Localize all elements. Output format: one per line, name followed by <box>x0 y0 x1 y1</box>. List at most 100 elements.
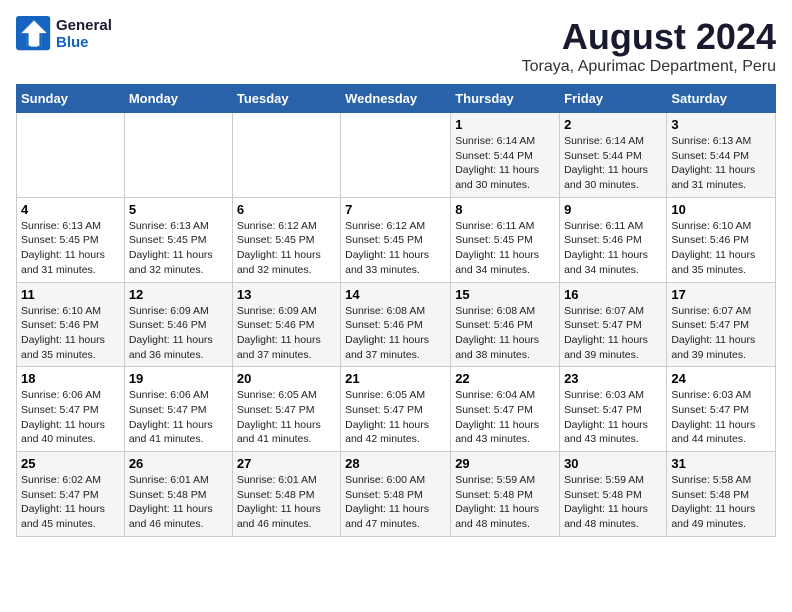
day-number: 21 <box>345 371 446 386</box>
calendar-cell: 29 Sunrise: 5:59 AMSunset: 5:48 PMDaylig… <box>451 452 560 537</box>
calendar-header-row: SundayMondayTuesdayWednesdayThursdayFrid… <box>17 85 776 113</box>
calendar-cell: 27 Sunrise: 6:01 AMSunset: 5:48 PMDaylig… <box>232 452 340 537</box>
day-detail: Sunrise: 5:59 AMSunset: 5:48 PMDaylight:… <box>455 473 555 532</box>
logo-text: General Blue <box>56 17 112 51</box>
week-row-3: 11 Sunrise: 6:10 AMSunset: 5:46 PMDaylig… <box>17 282 776 367</box>
calendar-cell: 17 Sunrise: 6:07 AMSunset: 5:47 PMDaylig… <box>667 282 776 367</box>
calendar-cell: 7 Sunrise: 6:12 AMSunset: 5:45 PMDayligh… <box>341 197 451 282</box>
calendar-cell: 9 Sunrise: 6:11 AMSunset: 5:46 PMDayligh… <box>560 197 667 282</box>
day-number: 16 <box>564 287 662 302</box>
day-number: 28 <box>345 456 446 471</box>
day-number: 29 <box>455 456 555 471</box>
day-detail: Sunrise: 6:05 AMSunset: 5:47 PMDaylight:… <box>237 388 336 447</box>
day-detail: Sunrise: 6:10 AMSunset: 5:46 PMDaylight:… <box>21 304 120 363</box>
calendar-cell: 18 Sunrise: 6:06 AMSunset: 5:47 PMDaylig… <box>17 367 125 452</box>
calendar-cell: 10 Sunrise: 6:10 AMSunset: 5:46 PMDaylig… <box>667 197 776 282</box>
calendar-cell: 21 Sunrise: 6:05 AMSunset: 5:47 PMDaylig… <box>341 367 451 452</box>
day-number: 14 <box>345 287 446 302</box>
weekday-header-friday: Friday <box>560 85 667 113</box>
day-detail: Sunrise: 6:09 AMSunset: 5:46 PMDaylight:… <box>129 304 228 363</box>
calendar-cell: 8 Sunrise: 6:11 AMSunset: 5:45 PMDayligh… <box>451 197 560 282</box>
day-number: 1 <box>455 117 555 132</box>
page-title: August 2024 <box>522 16 776 58</box>
day-detail: Sunrise: 6:09 AMSunset: 5:46 PMDaylight:… <box>237 304 336 363</box>
calendar-cell <box>341 113 451 198</box>
day-number: 8 <box>455 202 555 217</box>
day-detail: Sunrise: 6:08 AMSunset: 5:46 PMDaylight:… <box>345 304 446 363</box>
calendar-cell: 25 Sunrise: 6:02 AMSunset: 5:47 PMDaylig… <box>17 452 125 537</box>
day-number: 7 <box>345 202 446 217</box>
logo: General Blue <box>16 16 112 52</box>
day-detail: Sunrise: 6:12 AMSunset: 5:45 PMDaylight:… <box>237 219 336 278</box>
weekday-header-saturday: Saturday <box>667 85 776 113</box>
weekday-header-monday: Monday <box>124 85 232 113</box>
day-number: 18 <box>21 371 120 386</box>
day-number: 30 <box>564 456 662 471</box>
day-number: 19 <box>129 371 228 386</box>
day-number: 22 <box>455 371 555 386</box>
calendar-cell: 26 Sunrise: 6:01 AMSunset: 5:48 PMDaylig… <box>124 452 232 537</box>
day-number: 23 <box>564 371 662 386</box>
day-detail: Sunrise: 5:58 AMSunset: 5:48 PMDaylight:… <box>671 473 771 532</box>
calendar-cell <box>17 113 125 198</box>
day-detail: Sunrise: 6:13 AMSunset: 5:45 PMDaylight:… <box>129 219 228 278</box>
calendar-cell: 1 Sunrise: 6:14 AMSunset: 5:44 PMDayligh… <box>451 113 560 198</box>
day-detail: Sunrise: 6:11 AMSunset: 5:46 PMDaylight:… <box>564 219 662 278</box>
day-number: 12 <box>129 287 228 302</box>
day-number: 10 <box>671 202 771 217</box>
calendar-cell: 15 Sunrise: 6:08 AMSunset: 5:46 PMDaylig… <box>451 282 560 367</box>
page-subtitle: Toraya, Apurimac Department, Peru <box>522 58 776 76</box>
day-number: 13 <box>237 287 336 302</box>
calendar-cell: 14 Sunrise: 6:08 AMSunset: 5:46 PMDaylig… <box>341 282 451 367</box>
weekday-header-thursday: Thursday <box>451 85 560 113</box>
weekday-header-wednesday: Wednesday <box>341 85 451 113</box>
calendar-cell: 31 Sunrise: 5:58 AMSunset: 5:48 PMDaylig… <box>667 452 776 537</box>
weekday-header-tuesday: Tuesday <box>232 85 340 113</box>
day-number: 17 <box>671 287 771 302</box>
day-number: 4 <box>21 202 120 217</box>
day-number: 31 <box>671 456 771 471</box>
calendar-cell: 12 Sunrise: 6:09 AMSunset: 5:46 PMDaylig… <box>124 282 232 367</box>
day-number: 2 <box>564 117 662 132</box>
calendar-cell: 19 Sunrise: 6:06 AMSunset: 5:47 PMDaylig… <box>124 367 232 452</box>
day-detail: Sunrise: 6:00 AMSunset: 5:48 PMDaylight:… <box>345 473 446 532</box>
day-detail: Sunrise: 5:59 AMSunset: 5:48 PMDaylight:… <box>564 473 662 532</box>
calendar-cell: 30 Sunrise: 5:59 AMSunset: 5:48 PMDaylig… <box>560 452 667 537</box>
day-detail: Sunrise: 6:06 AMSunset: 5:47 PMDaylight:… <box>21 388 120 447</box>
day-number: 6 <box>237 202 336 217</box>
day-detail: Sunrise: 6:14 AMSunset: 5:44 PMDaylight:… <box>455 134 555 193</box>
calendar-cell: 24 Sunrise: 6:03 AMSunset: 5:47 PMDaylig… <box>667 367 776 452</box>
day-number: 15 <box>455 287 555 302</box>
day-detail: Sunrise: 6:02 AMSunset: 5:47 PMDaylight:… <box>21 473 120 532</box>
day-detail: Sunrise: 6:07 AMSunset: 5:47 PMDaylight:… <box>671 304 771 363</box>
day-number: 27 <box>237 456 336 471</box>
day-detail: Sunrise: 6:01 AMSunset: 5:48 PMDaylight:… <box>129 473 228 532</box>
day-number: 20 <box>237 371 336 386</box>
week-row-5: 25 Sunrise: 6:02 AMSunset: 5:47 PMDaylig… <box>17 452 776 537</box>
calendar-cell <box>232 113 340 198</box>
calendar-cell: 13 Sunrise: 6:09 AMSunset: 5:46 PMDaylig… <box>232 282 340 367</box>
title-block: August 2024 Toraya, Apurimac Department,… <box>522 16 776 76</box>
day-number: 5 <box>129 202 228 217</box>
week-row-4: 18 Sunrise: 6:06 AMSunset: 5:47 PMDaylig… <box>17 367 776 452</box>
day-detail: Sunrise: 6:03 AMSunset: 5:47 PMDaylight:… <box>671 388 771 447</box>
weekday-header-sunday: Sunday <box>17 85 125 113</box>
day-detail: Sunrise: 6:07 AMSunset: 5:47 PMDaylight:… <box>564 304 662 363</box>
day-detail: Sunrise: 6:03 AMSunset: 5:47 PMDaylight:… <box>564 388 662 447</box>
day-detail: Sunrise: 6:14 AMSunset: 5:44 PMDaylight:… <box>564 134 662 193</box>
calendar-cell: 20 Sunrise: 6:05 AMSunset: 5:47 PMDaylig… <box>232 367 340 452</box>
week-row-1: 1 Sunrise: 6:14 AMSunset: 5:44 PMDayligh… <box>17 113 776 198</box>
day-detail: Sunrise: 6:13 AMSunset: 5:45 PMDaylight:… <box>21 219 120 278</box>
calendar-cell: 2 Sunrise: 6:14 AMSunset: 5:44 PMDayligh… <box>560 113 667 198</box>
calendar-cell: 11 Sunrise: 6:10 AMSunset: 5:46 PMDaylig… <box>17 282 125 367</box>
day-detail: Sunrise: 6:04 AMSunset: 5:47 PMDaylight:… <box>455 388 555 447</box>
day-detail: Sunrise: 6:13 AMSunset: 5:44 PMDaylight:… <box>671 134 771 193</box>
calendar-cell: 6 Sunrise: 6:12 AMSunset: 5:45 PMDayligh… <box>232 197 340 282</box>
day-number: 25 <box>21 456 120 471</box>
calendar-cell: 3 Sunrise: 6:13 AMSunset: 5:44 PMDayligh… <box>667 113 776 198</box>
calendar-cell: 22 Sunrise: 6:04 AMSunset: 5:47 PMDaylig… <box>451 367 560 452</box>
calendar-cell: 4 Sunrise: 6:13 AMSunset: 5:45 PMDayligh… <box>17 197 125 282</box>
day-number: 9 <box>564 202 662 217</box>
calendar-cell: 16 Sunrise: 6:07 AMSunset: 5:47 PMDaylig… <box>560 282 667 367</box>
day-detail: Sunrise: 6:10 AMSunset: 5:46 PMDaylight:… <box>671 219 771 278</box>
